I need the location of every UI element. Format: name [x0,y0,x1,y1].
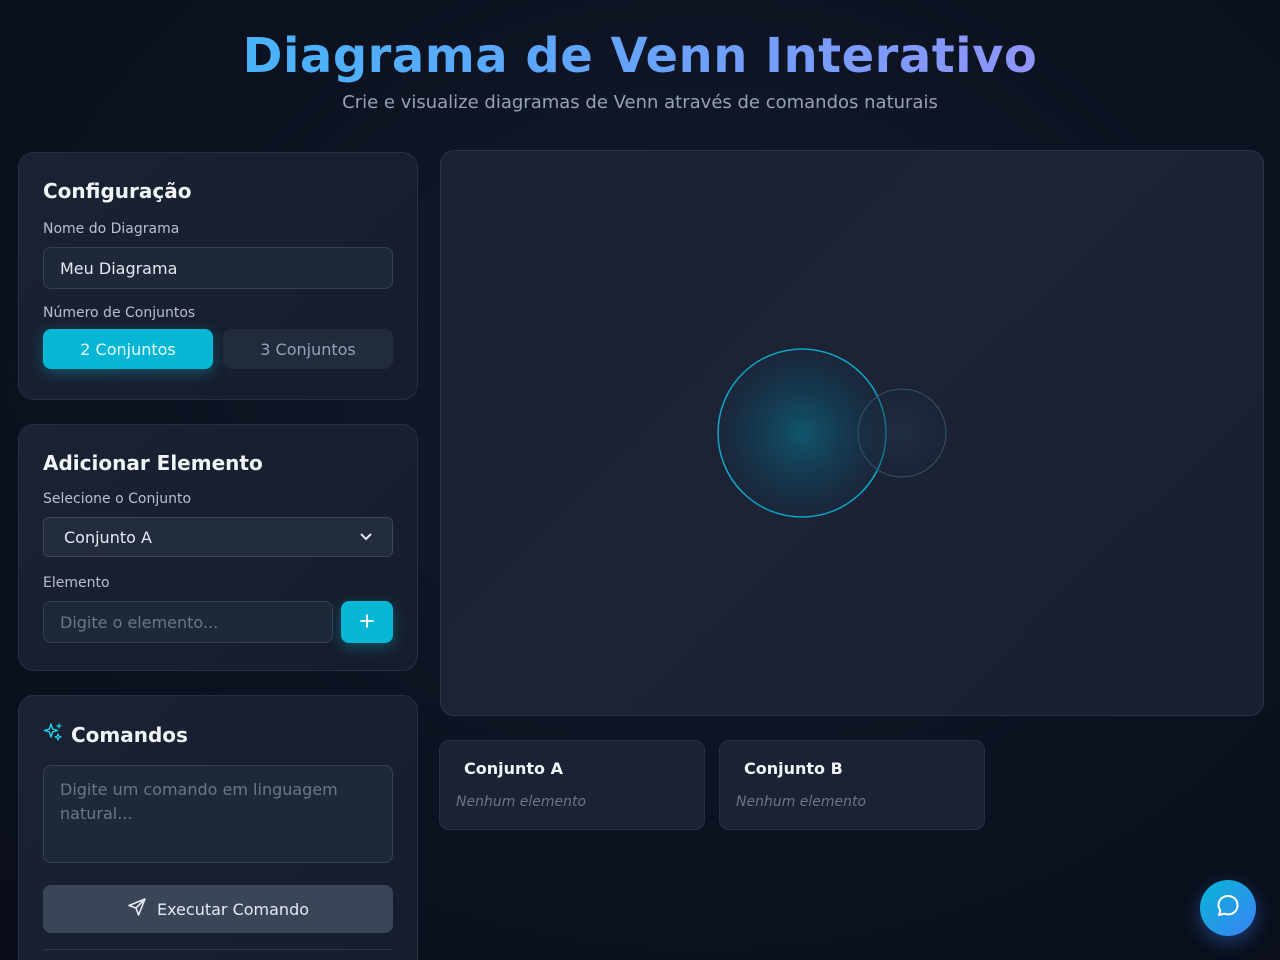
page-header: Diagrama de Venn Interativo Crie e visua… [0,26,1280,113]
set-a-title: Conjunto A [464,759,563,778]
venn-canvas[interactable] [440,150,1264,716]
venn-diagram [717,348,947,518]
execute-command-button[interactable]: Executar Comando [43,885,393,933]
page-title: Diagrama de Venn Interativo [0,26,1280,86]
element-input[interactable]: Digite o elemento... [43,601,333,643]
diagram-name-input[interactable]: Meu Diagrama [43,247,393,289]
set-select[interactable]: Conjunto A [43,517,393,557]
three-sets-button[interactable]: 3 Conjuntos [223,329,393,369]
set-card-b: Conjunto B Nenhum elemento [719,740,985,830]
add-element-title: Adicionar Elemento [43,451,263,475]
chat-button[interactable] [1200,880,1256,936]
config-card: Configuração Nome do Diagrama Meu Diagra… [18,152,418,400]
add-element-button[interactable] [341,601,393,643]
set-b-empty: Nenhum elemento [736,794,867,810]
page-subtitle: Crie e visualize diagramas de Venn atrav… [342,92,938,113]
set-b-circle[interactable] [857,388,947,478]
chevron-down-icon [360,530,372,544]
config-title: Configuração [43,179,192,203]
add-element-card: Adicionar Elemento Selecione o Conjunto … [18,424,418,671]
element-input-placeholder: Digite o elemento... [60,612,219,632]
execute-command-label: Executar Comando [156,899,310,919]
set-select-value: Conjunto A [64,527,152,547]
diagram-name-value: Meu Diagrama [60,258,178,278]
command-placeholder: Digite um comando em linguagem natural..… [60,780,338,823]
element-label: Elemento [43,575,110,591]
set-b-title: Conjunto B [744,759,843,778]
send-icon [127,897,147,921]
sparkles-icon [43,722,63,747]
set-select-label: Selecione o Conjunto [43,491,192,507]
chat-bubble-icon [1215,893,1241,923]
command-textarea[interactable]: Digite um comando em linguagem natural..… [43,765,393,863]
set-a-empty: Nenhum elemento [456,794,587,810]
set-count-label: Número de Conjuntos [43,305,196,321]
diagram-name-label: Nome do Diagrama [43,221,180,237]
commands-header: Comandos [43,722,393,747]
set-card-a: Conjunto A Nenhum elemento [439,740,705,830]
commands-divider [43,949,393,950]
commands-card: Comandos Digite um comando em linguagem … [18,695,418,960]
commands-title: Comandos [71,722,188,747]
two-sets-button[interactable]: 2 Conjuntos [43,329,213,369]
plus-icon [359,610,375,635]
set-count-toggle: 2 Conjuntos 3 Conjuntos [43,329,393,369]
